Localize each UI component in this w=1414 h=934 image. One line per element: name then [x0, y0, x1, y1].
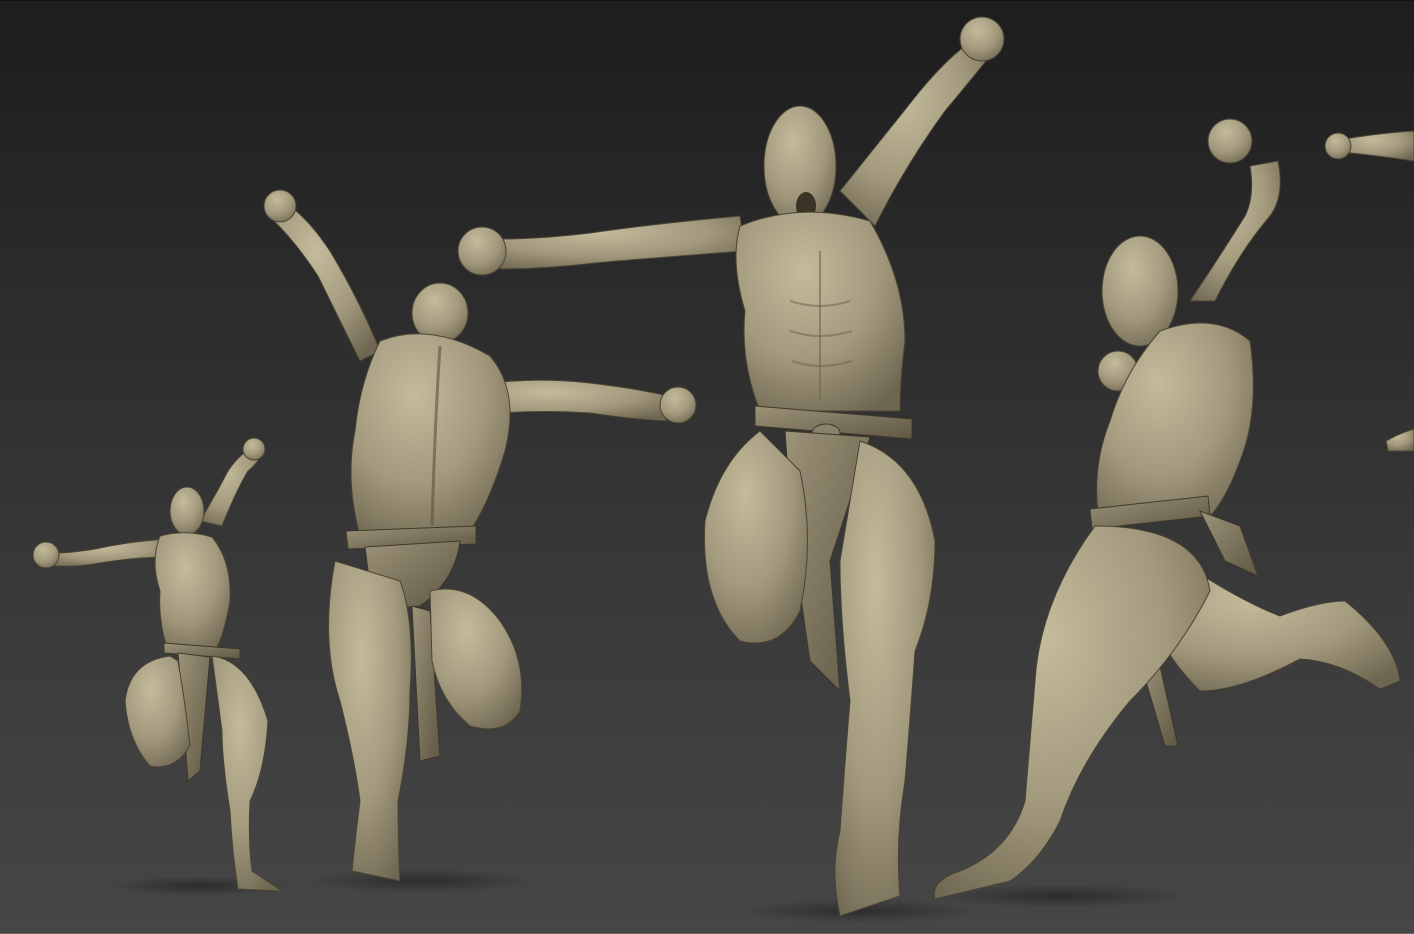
figure-back[interactable]: [263, 189, 697, 893]
figure-front-center[interactable]: [457, 16, 1005, 923]
figure-small-left[interactable]: [32, 437, 290, 896]
viewport-scene: [32, 16, 1414, 923]
figure-partial-edge[interactable]: [1324, 130, 1414, 452]
figure-side-right[interactable]: [930, 118, 1401, 908]
sculpt-viewport[interactable]: [0, 0, 1414, 934]
